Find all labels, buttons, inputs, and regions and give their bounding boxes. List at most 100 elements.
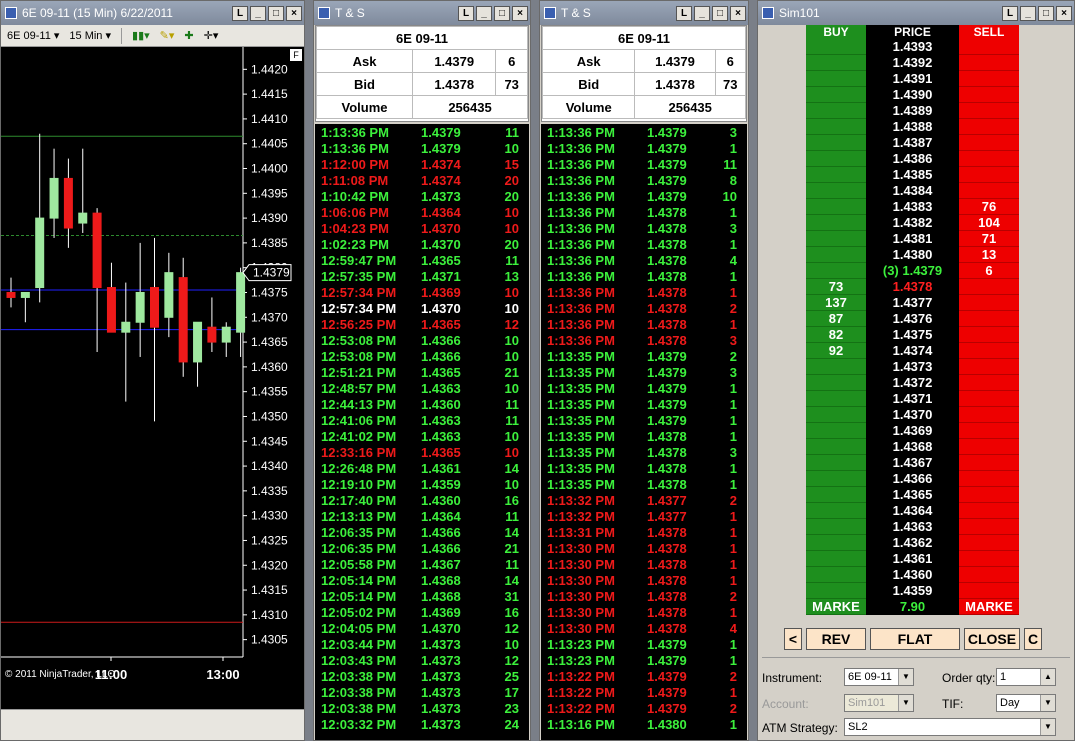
sell-cell[interactable] [959,423,1019,439]
candlestick[interactable] [20,291,30,323]
order-qty-stepper[interactable]: 1 ▲ [996,668,1056,686]
candlestick[interactable] [106,262,116,333]
plus-tool-icon[interactable]: ✚ [184,29,193,42]
buy-cell[interactable] [806,487,866,503]
candlestick[interactable] [49,148,59,238]
sell-cell[interactable]: 104 [959,215,1019,231]
sell-cell[interactable] [959,167,1019,183]
sell-cell[interactable] [959,551,1019,567]
buy-cell[interactable] [806,519,866,535]
buy-cell[interactable] [806,551,866,567]
candlestick[interactable] [78,148,88,233]
close-button[interactable]: × [286,5,302,21]
sell-cell[interactable] [959,487,1019,503]
buy-cell[interactable] [806,71,866,87]
buy-cell[interactable] [806,471,866,487]
sell-cell[interactable] [959,455,1019,471]
minimize-button[interactable]: _ [476,5,492,21]
sell-cell[interactable]: 6 [959,263,1019,279]
chevron-down-icon[interactable]: ▼ [1040,719,1055,735]
candlestick[interactable] [164,252,174,338]
minimize-button[interactable]: _ [250,5,266,21]
sell-cell[interactable] [959,375,1019,391]
buy-cell[interactable] [806,151,866,167]
buy-cell[interactable] [806,167,866,183]
buy-cell[interactable]: 137 [806,295,866,311]
tif-select[interactable]: Day ▼ [996,694,1056,712]
cancel-orders-button[interactable]: C [1024,628,1042,650]
sell-cell[interactable] [959,503,1019,519]
link-button[interactable]: L [232,5,248,21]
buy-cell[interactable]: 82 [806,327,866,343]
chevron-down-icon[interactable]: ▼ [898,669,913,685]
pencil-icon[interactable]: ✎▾ [160,29,175,42]
candlestick[interactable] [63,158,73,248]
f-button[interactable]: F [290,49,302,61]
ts1-trade-list[interactable]: 1:13:36 PM 1.4379 11 1:13:36 PM 1.4379 10 1:12… [315,124,529,740]
chevron-down-icon[interactable]: ▼ [1040,695,1055,711]
market-sell-button[interactable]: MARKE [959,599,1019,615]
buy-cell[interactable] [806,231,866,247]
buy-cell[interactable] [806,583,866,599]
sell-cell[interactable] [959,87,1019,103]
close-button[interactable]: × [512,5,528,21]
atm-strategy-select[interactable]: SL2 ▼ [844,718,1056,736]
buy-cell[interactable]: 87 [806,311,866,327]
sell-cell[interactable] [959,583,1019,599]
sell-cell[interactable] [959,311,1019,327]
sell-cell[interactable] [959,391,1019,407]
candlestick[interactable] [6,277,16,308]
close-button[interactable]: × [730,5,746,21]
sell-cell[interactable]: 13 [959,247,1019,263]
candlestick[interactable] [207,297,217,352]
ts1-titlebar[interactable]: T & S L _ □ × [314,1,530,25]
sell-cell[interactable] [959,151,1019,167]
sell-cell[interactable] [959,183,1019,199]
buy-cell[interactable]: 92 [806,343,866,359]
sell-cell[interactable] [959,39,1019,55]
buy-cell[interactable] [806,391,866,407]
sell-cell[interactable] [959,295,1019,311]
chart-plot-area[interactable]: 1.4420 1.4415 1.4410 1.4405 1.4400 1.4395 1.43… [1,47,304,709]
sell-cell[interactable] [959,71,1019,87]
buy-cell[interactable] [806,55,866,71]
candlestick[interactable] [121,282,131,402]
sell-cell[interactable] [959,135,1019,151]
candlestick[interactable] [135,242,145,357]
buy-cell[interactable] [806,535,866,551]
chart-horizontal-scrollbar[interactable] [1,709,304,740]
buy-cell[interactable] [806,39,866,55]
buy-cell[interactable] [806,103,866,119]
sell-cell[interactable] [959,359,1019,375]
maximize-button[interactable]: □ [268,5,284,21]
sell-cell[interactable] [959,535,1019,551]
buy-cell[interactable] [806,215,866,231]
close-button[interactable]: × [1056,5,1072,21]
sell-cell[interactable] [959,279,1019,295]
buy-cell[interactable] [806,375,866,391]
buy-cell[interactable] [806,359,866,375]
buy-cell[interactable] [806,87,866,103]
sell-cell[interactable] [959,471,1019,487]
market-buy-button[interactable]: MARKE [806,599,866,615]
close-position-button[interactable]: CLOSE [964,628,1020,650]
instrument-select[interactable]: 6E 09-11 ▼ [844,668,914,686]
sell-cell[interactable]: 71 [959,231,1019,247]
dom-titlebar[interactable]: Sim101 L _ □ × [758,1,1074,25]
maximize-button[interactable]: □ [494,5,510,21]
link-button[interactable]: L [458,5,474,21]
sell-cell[interactable] [959,439,1019,455]
buy-cell[interactable] [806,135,866,151]
chart-titlebar[interactable]: 6E 09-11 (15 Min) 6/22/2011 L _ □ × [1,1,304,25]
candlestick-style-icon[interactable]: ▮▮▾ [132,29,150,42]
sell-cell[interactable] [959,119,1019,135]
minimize-button[interactable]: _ [1020,5,1036,21]
left-arrow-button[interactable]: < [784,628,802,650]
link-button[interactable]: L [676,5,692,21]
buy-cell[interactable]: 73 [806,279,866,295]
buy-cell[interactable] [806,263,866,279]
maximize-button[interactable]: □ [712,5,728,21]
flatten-button[interactable]: FLAT [870,628,960,650]
sell-cell[interactable] [959,567,1019,583]
stepper-arrows-icon[interactable]: ▲ [1040,669,1055,685]
